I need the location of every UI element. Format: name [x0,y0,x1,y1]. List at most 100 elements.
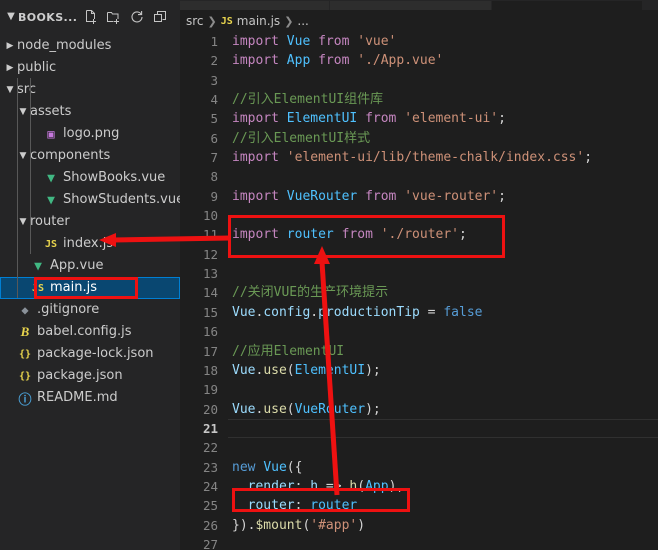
chevron-down-icon[interactable]: ▼ [17,107,29,117]
line-number: 8 [210,169,218,185]
tree-item-label: ShowStudents.vue [63,192,180,207]
json-file-icon: {} [18,370,32,382]
tree-item-babel-config-js[interactable]: Bbabel.config.js [0,321,180,343]
line-number: 26 [202,517,218,533]
editor-tab-strip [180,0,658,10]
code-line[interactable]: 25 router: router [180,496,658,515]
breadcrumb-item-src[interactable]: src [186,14,204,28]
chevron-down-icon[interactable]: ▼ [17,151,29,161]
tree-item-main-js[interactable]: JS main.js [0,277,180,299]
tree-item-label: .gitignore [37,302,100,317]
code-line[interactable]: 23 new Vue({ [180,458,658,477]
code-line[interactable]: 24 render: h => h(App), [180,477,658,496]
code-line[interactable]: 13 [180,264,658,283]
code-line[interactable]: 20 Vue.use(VueRouter); [180,400,658,419]
tree-item-package-lock-json[interactable]: {} package-lock.json [0,343,180,365]
chevron-down-icon[interactable]: ▼ [4,85,16,95]
tree-item-node-modules[interactable]: ▶ node_modules [0,35,180,57]
collapse-all-icon[interactable] [152,9,168,25]
code-line[interactable]: 3 [180,71,658,90]
code-text: }).$mount('#app') [232,517,366,533]
editor-tab-active[interactable] [492,1,643,10]
tree-item-package-json[interactable]: {} package.json [0,365,180,387]
breadcrumb-item-symbols[interactable]: ... [297,14,308,28]
chevron-right-icon[interactable]: ▶ [4,41,16,51]
tree-item-readme-md[interactable]: ⓘ README.md [0,387,180,409]
json-file-icon: {} [18,348,32,360]
line-number: 18 [202,362,218,378]
line-number: 7 [210,150,218,166]
code-line[interactable]: 8 [180,167,658,186]
tree-item-app-vue[interactable]: ▼ App.vue [0,255,180,277]
code-line[interactable]: 15 Vue.config.productionTip = false [180,303,658,322]
editor-tab[interactable] [330,1,492,10]
line-number: 21 [202,420,218,436]
code-area[interactable]: 1 import Vue from 'vue' 2 import App from '… [180,32,658,550]
line-number: 15 [202,304,218,320]
tree-item-gitignore[interactable]: ◆ .gitignore [0,299,180,321]
code-text: import VueRouter from 'vue-router'; [232,188,506,204]
js-file-icon: JS [44,238,58,250]
code-line[interactable]: 4 //引入ElementUI组件库 [180,90,658,109]
chevron-down-icon[interactable]: ▼ [4,12,18,22]
code-text: //引入ElementUI组件库 [232,92,384,108]
tree-item-label: ShowBooks.vue [63,170,166,185]
breadcrumb-item-file[interactable]: main.js [237,14,280,28]
code-line[interactable]: 27 [180,535,658,550]
explorer-header: ▼ BOOKS... [0,0,180,34]
code-line[interactable]: 26 }).$mount('#app') [180,516,658,535]
tree-item-index-js[interactable]: JS index.js [0,233,180,255]
code-line[interactable]: 2 import App from './App.vue' [180,51,658,70]
tree-item-label: public [17,60,57,75]
code-line[interactable]: 19 [180,380,658,399]
line-number: 23 [202,459,218,475]
line-number: 10 [202,208,218,224]
code-line[interactable]: 10 [180,206,658,225]
tree-item-label: babel.config.js [37,324,132,339]
code-line[interactable]: 6 //引入ElementUI样式 [180,129,658,148]
code-line[interactable]: 11 import router from './router'; [180,225,658,244]
new-file-icon[interactable] [83,9,99,25]
tree-item-label: router [30,214,70,229]
markdown-file-icon: ⓘ [18,392,32,408]
line-number: 24 [202,478,218,494]
code-line[interactable]: 12 [180,245,658,264]
refresh-icon[interactable] [129,9,145,25]
tree-item-showbooks-vue[interactable]: ▼ ShowBooks.vue [0,167,180,189]
tree-item-assets[interactable]: ▼ assets [0,101,180,123]
line-number: 14 [202,285,218,301]
tree-item-label: package.json [37,368,123,383]
tree-item-router[interactable]: ▼ router [0,211,180,233]
code-line[interactable]: 21 [180,418,658,439]
code-line[interactable]: 7 import 'element-ui/lib/theme-chalk/inde… [180,148,658,167]
tree-item-src[interactable]: ▼ src [0,79,180,101]
tree-item-components[interactable]: ▼ components [0,145,180,167]
line-number: 22 [202,440,218,456]
code-line[interactable]: 18 Vue.use(ElementUI); [180,361,658,380]
git-file-icon: ◆ [21,303,29,317]
code-line[interactable]: 1 import Vue from 'vue' [180,32,658,51]
code-line[interactable]: 22 [180,438,658,457]
line-number: 5 [210,111,218,127]
code-line[interactable]: 17 //应用ElementUI [180,342,658,361]
line-number: 27 [202,536,218,550]
code-text: new Vue({ [232,459,303,475]
chevron-right-icon[interactable]: ▶ [4,63,16,73]
code-line[interactable]: 5 import ElementUI from 'element-ui'; [180,109,658,128]
code-line[interactable]: 9 import VueRouter from 'vue-router'; [180,187,658,206]
tree-item-label: components [30,148,111,163]
code-line[interactable]: 14 //关闭VUE的生产环境提示 [180,283,658,302]
tree-item-logo-png[interactable]: ▣ logo.png [0,123,180,145]
tree-item-public[interactable]: ▶ public [0,57,180,79]
explorer-sidebar: ▼ BOOKS... ▶ node_modules ▶ public ▼ src… [0,0,180,550]
editor-tab[interactable] [180,1,330,10]
image-file-icon: ▣ [47,127,55,141]
chevron-right-icon: ❯ [207,14,217,28]
chevron-down-icon[interactable]: ▼ [17,217,29,227]
code-text: import ElementUI from 'element-ui'; [232,111,506,127]
line-number: 1 [210,34,218,49]
line-number: 11 [202,227,218,243]
tree-item-showstudents-vue[interactable]: ▼ ShowStudents.vue [0,189,180,211]
code-line[interactable]: 16 [180,322,658,341]
new-folder-icon[interactable] [106,9,122,25]
